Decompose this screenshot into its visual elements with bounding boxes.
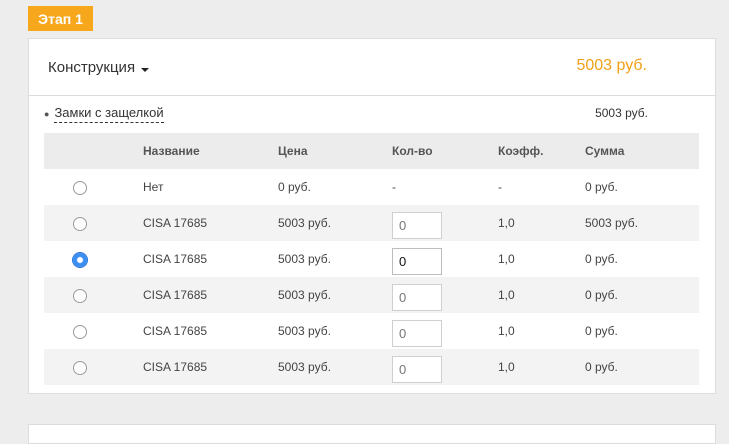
row-sum: 5003 руб.: [585, 216, 638, 230]
row-price: 5003 руб.: [278, 216, 331, 230]
row-radio[interactable]: [73, 217, 87, 231]
bullet-icon: ●: [44, 109, 50, 119]
row-price: 5003 руб.: [278, 252, 331, 266]
table-row: CISA 17685 5003 руб. 1,0 0 руб.: [44, 349, 699, 385]
row-price: 5003 руб.: [278, 288, 331, 302]
header-qty: Кол-во: [392, 144, 433, 158]
table-row: CISA 17685 5003 руб. 1,0 5003 руб.: [44, 205, 699, 241]
row-coef: 1,0: [498, 216, 515, 230]
row-radio[interactable]: [73, 253, 87, 267]
row-radio[interactable]: [73, 361, 87, 375]
subgroup-price: 5003 руб.: [595, 106, 648, 120]
row-price: 0 руб.: [278, 180, 311, 194]
header-sum: Сумма: [585, 144, 625, 158]
section-dropdown[interactable]: Конструкция: [48, 59, 150, 76]
next-panel: [28, 424, 716, 444]
section-title: Конструкция: [48, 59, 136, 76]
table-row: CISA 17685 5003 руб. 1,0 0 руб.: [44, 241, 699, 277]
caret-down-icon: [141, 67, 150, 72]
row-sum: 0 руб.: [585, 288, 618, 302]
locks-table: Название Цена Кол-во Коэфф. Сумма Нет 0 …: [44, 133, 699, 385]
row-coef: 1,0: [498, 288, 515, 302]
section-price: 5003 руб.: [576, 57, 647, 74]
quantity-input[interactable]: [392, 320, 442, 347]
row-coef: -: [498, 180, 502, 194]
row-radio[interactable]: [73, 289, 87, 303]
table-row: CISA 17685 5003 руб. 1,0 0 руб.: [44, 277, 699, 313]
row-radio[interactable]: [73, 325, 87, 339]
table-row: Нет 0 руб. - - 0 руб.: [44, 169, 699, 205]
panel-header: Конструкция 5003 руб.: [29, 39, 715, 96]
row-price: 5003 руб.: [278, 360, 331, 374]
row-sum: 0 руб.: [585, 180, 618, 194]
table-row: CISA 17685 5003 руб. 1,0 0 руб.: [44, 313, 699, 349]
row-sum: 0 руб.: [585, 360, 618, 374]
quantity-input[interactable]: [392, 284, 442, 311]
stage-badge: Этап 1: [28, 6, 93, 31]
subgroup-label: Замки с защелкой: [54, 105, 164, 123]
row-radio[interactable]: [73, 181, 87, 195]
subgroup-toggle[interactable]: ● Замки с защелкой: [44, 105, 164, 123]
row-sum: 0 руб.: [585, 252, 618, 266]
construction-panel: Конструкция 5003 руб. ● Замки с защелкой…: [28, 38, 716, 394]
header-price: Цена: [278, 144, 308, 158]
row-name: CISA 17685: [143, 360, 208, 374]
header-name: Название: [143, 144, 200, 158]
row-name: CISA 17685: [143, 252, 208, 266]
row-coef: 1,0: [498, 324, 515, 338]
row-name: CISA 17685: [143, 216, 208, 230]
quantity-input[interactable]: [392, 248, 442, 275]
row-name: Нет: [143, 180, 164, 194]
row-coef: 1,0: [498, 360, 515, 374]
quantity-input[interactable]: [392, 356, 442, 383]
row-name: CISA 17685: [143, 324, 208, 338]
row-sum: 0 руб.: [585, 324, 618, 338]
row-qty: -: [392, 180, 396, 194]
header-coef: Коэфф.: [498, 144, 544, 158]
row-name: CISA 17685: [143, 288, 208, 302]
quantity-input[interactable]: [392, 212, 442, 239]
table-header: Название Цена Кол-во Коэфф. Сумма: [44, 133, 699, 169]
row-price: 5003 руб.: [278, 324, 331, 338]
row-coef: 1,0: [498, 252, 515, 266]
